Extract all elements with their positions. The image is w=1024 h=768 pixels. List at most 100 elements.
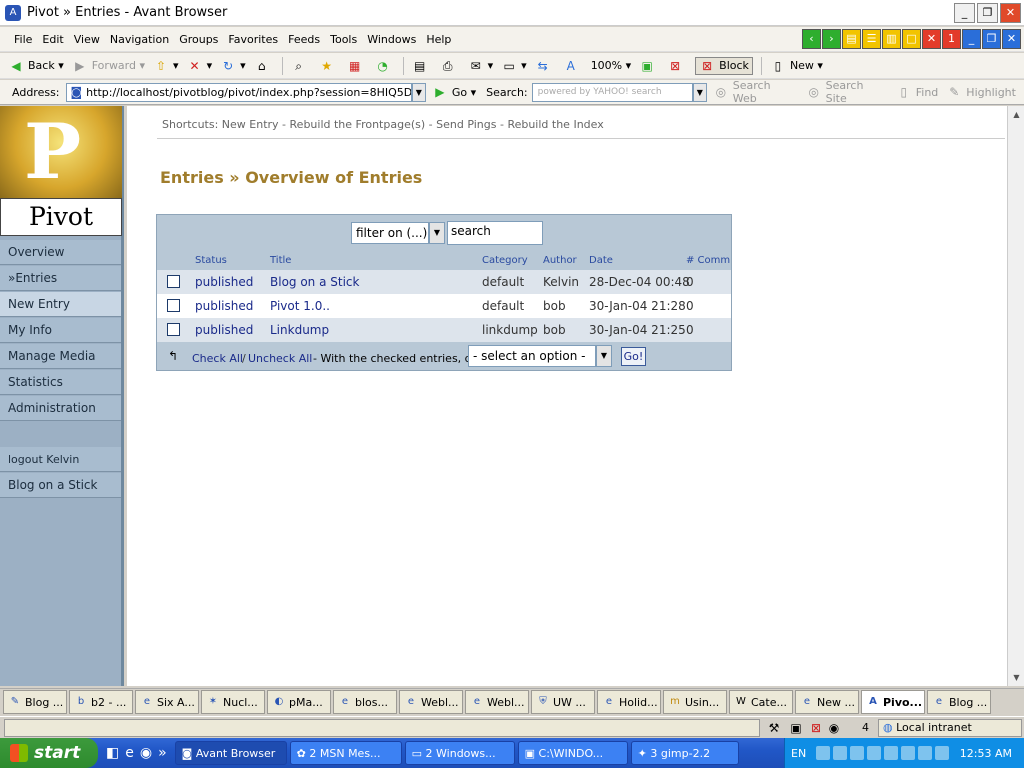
browser-tab[interactable]: ⛨ UW ... — [531, 690, 595, 714]
menu-feeds[interactable]: Feeds — [288, 33, 320, 46]
quick-launch-ie-icon[interactable]: e — [125, 745, 134, 761]
up-button[interactable]: ⇧ ▾ — [153, 58, 179, 74]
filter-search-input[interactable]: search — [447, 221, 543, 245]
vertical-scrollbar[interactable]: ▲ ▼ — [1007, 106, 1024, 686]
menu-tools[interactable]: Tools — [330, 33, 357, 46]
bulk-action-select[interactable]: - select an option - — [468, 345, 596, 367]
header-date[interactable]: Date — [589, 255, 613, 266]
menu-favorites[interactable]: Favorites — [228, 33, 278, 46]
start-button[interactable]: start — [0, 738, 98, 768]
browser-tab[interactable]: m Usin... — [663, 690, 727, 714]
shortcut-rebuild-index[interactable]: Rebuild the Index — [507, 118, 603, 131]
browser-tab[interactable]: e Webl... — [399, 690, 463, 714]
image-button[interactable]: ▣ — [639, 58, 659, 74]
entry-status[interactable]: published — [195, 275, 253, 289]
browser-tab[interactable]: e Holid... — [597, 690, 661, 714]
browser-tab[interactable]: e New ... — [795, 690, 859, 714]
back-button[interactable]: ◀ Back ▾ — [8, 58, 63, 74]
browser-tab[interactable]: e Blog ... — [927, 690, 991, 714]
menu-help[interactable]: Help — [426, 33, 451, 46]
rss-button[interactable]: ▦ — [347, 58, 367, 74]
edit-button[interactable]: ▤ — [412, 58, 432, 74]
header-category[interactable]: Category — [482, 255, 528, 266]
cascade-icon[interactable]: ▤ — [842, 29, 861, 49]
language-indicator[interactable]: EN — [791, 747, 806, 760]
browser-tab[interactable]: ◐ pMa... — [267, 690, 331, 714]
entry-status[interactable]: published — [195, 323, 253, 337]
taskbar-item-msn[interactable]: ✿ 2 MSN Mes... — [289, 741, 402, 765]
quick-launch-more-icon[interactable]: » — [158, 745, 167, 761]
shortcut-rebuild-frontpage[interactable]: Rebuild the Frontpage(s) — [290, 118, 426, 131]
web-search-input[interactable]: powered by YAHOO! search — [531, 82, 693, 102]
sidebar-item-new-entry[interactable]: New Entry — [0, 292, 121, 317]
quick-launch-app-icon[interactable]: ◧ — [106, 745, 119, 761]
browser-tab[interactable]: W Cate... — [729, 690, 793, 714]
bulk-action-dropdown-icon[interactable]: ▼ — [596, 345, 612, 367]
sidebar-item-logout[interactable]: logout Kelvin — [0, 447, 121, 472]
status-tool-icon[interactable]: ⚒ — [766, 720, 782, 736]
tray-app-icon[interactable] — [935, 746, 950, 760]
header-author[interactable]: Author — [543, 255, 577, 266]
print-button[interactable]: ⎙ — [440, 58, 460, 74]
menu-file[interactable]: File — [14, 33, 32, 46]
status-flash-icon[interactable]: ◉ — [826, 720, 842, 736]
search-site-button[interactable]: ◎ Search Site — [806, 79, 888, 105]
header-status[interactable]: Status — [195, 255, 227, 266]
tray-app-icon[interactable] — [901, 746, 916, 760]
browser-tab[interactable]: e Webl... — [465, 690, 529, 714]
header-title[interactable]: Title — [270, 255, 291, 266]
taskbar-item-windows[interactable]: ▭ 2 Windows... — [404, 741, 515, 765]
tray-app-icon[interactable] — [850, 746, 865, 760]
menu-edit[interactable]: Edit — [42, 33, 63, 46]
home-button[interactable]: ⌂ — [254, 58, 274, 74]
taskbar-item-gimp[interactable]: ✦ 3 gimp-2.2 — [630, 741, 739, 765]
history-button[interactable]: ◔ — [375, 58, 395, 74]
go-button[interactable]: ▶ Go ▾ — [432, 84, 476, 100]
sidebar-item-entries[interactable]: »Entries — [0, 266, 121, 291]
prev-tab-icon[interactable]: ‹ — [802, 29, 821, 49]
forward-button[interactable]: ▶ Forward ▾ — [72, 58, 145, 74]
tray-app-icon[interactable] — [816, 746, 831, 760]
search-dropdown[interactable]: ▼ — [692, 82, 707, 102]
scroll-up-icon[interactable]: ▲ — [1008, 106, 1024, 123]
entry-title[interactable]: Blog on a Stick — [270, 275, 359, 289]
refresh-button[interactable]: ↻ ▾ — [220, 58, 246, 74]
view-button[interactable]: ▭ ▾ — [501, 58, 526, 74]
mail-button[interactable]: ✉ ▾ — [468, 58, 494, 74]
tile-horizontal-icon[interactable]: ☰ — [862, 29, 881, 49]
check-all-link[interactable]: Check All — [192, 352, 243, 365]
highlight-button[interactable]: ✎ Highlight — [946, 84, 1016, 100]
browser-tab[interactable]: ✶ Nucl... — [201, 690, 265, 714]
entry-status[interactable]: published — [195, 299, 253, 313]
sidebar-item-blog[interactable]: Blog on a Stick — [0, 473, 121, 498]
sidebar-item-my-info[interactable]: My Info — [0, 318, 121, 343]
translate-button[interactable]: ⇆ — [535, 58, 555, 74]
shortcut-send-pings[interactable]: Send Pings — [436, 118, 496, 131]
scroll-down-icon[interactable]: ▼ — [1008, 669, 1024, 686]
tile-vertical-icon[interactable]: ▥ — [882, 29, 901, 49]
shortcut-new-entry[interactable]: New Entry — [222, 118, 279, 131]
tray-app-icon[interactable] — [833, 746, 848, 760]
menu-groups[interactable]: Groups — [179, 33, 218, 46]
tray-app-icon[interactable] — [918, 746, 933, 760]
taskbar-item-avant[interactable]: ◙ Avant Browser — [174, 741, 287, 765]
quick-launch-media-icon[interactable]: ◉ — [140, 745, 152, 761]
search-button[interactable]: ⌕ — [291, 58, 311, 74]
close-tab-icon[interactable]: ✕ — [1002, 29, 1021, 49]
single-tab-icon[interactable]: 1 — [942, 29, 961, 49]
entry-title[interactable]: Linkdump — [270, 323, 329, 337]
entry-title[interactable]: Pivot 1.0.. — [270, 299, 330, 313]
menu-navigation[interactable]: Navigation — [110, 33, 169, 46]
tray-app-icon[interactable] — [884, 746, 899, 760]
new-button[interactable]: ▯ New ▾ — [770, 58, 823, 74]
favorites-button[interactable]: ★ — [319, 58, 339, 74]
search-web-button[interactable]: ◎ Search Web — [713, 79, 798, 105]
stop-button[interactable]: ✕ ▾ — [187, 58, 213, 74]
sidebar-item-statistics[interactable]: Statistics — [0, 370, 121, 395]
maximize-tab-icon[interactable]: □ — [902, 29, 921, 49]
no-image-button[interactable]: ⊠ — [667, 58, 687, 74]
zoom-button[interactable]: 100% ▾ — [591, 59, 631, 72]
address-input[interactable]: ◙ http://localhost/pivotblog/pivot/index… — [65, 82, 412, 102]
minimize-button[interactable]: _ — [954, 3, 975, 23]
font-button[interactable]: A — [563, 58, 583, 74]
